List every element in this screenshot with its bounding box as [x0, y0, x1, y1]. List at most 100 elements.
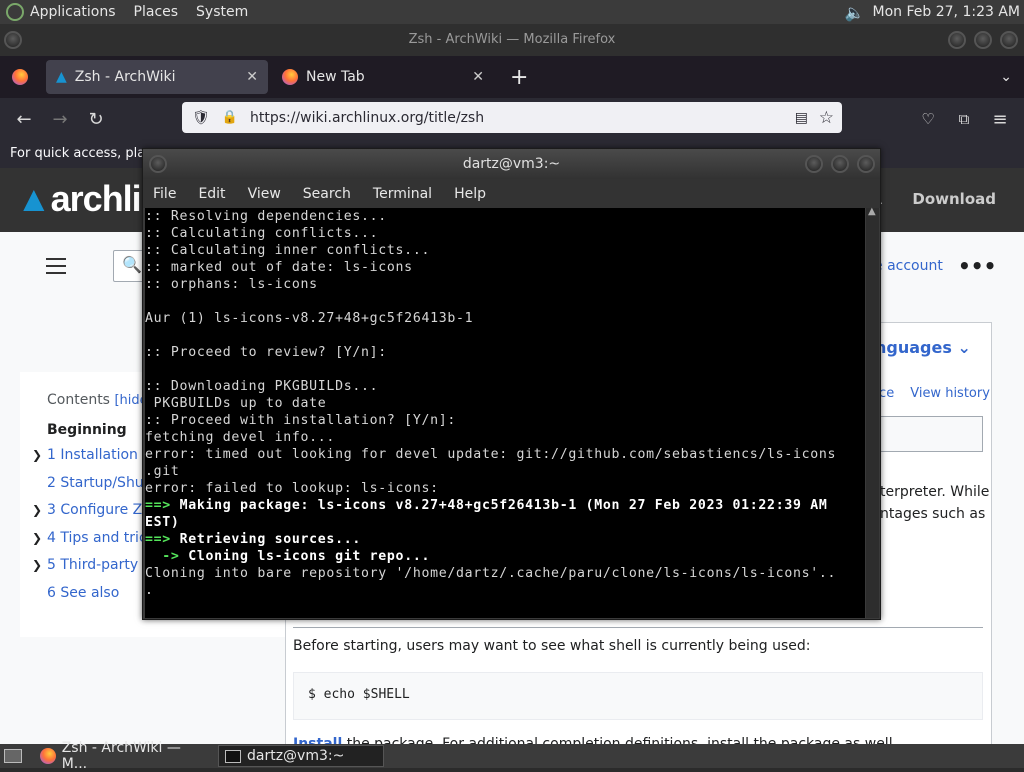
terminal-output[interactable]: :: Resolving dependencies...:: Calculati… [145, 208, 865, 618]
terminal-close-button[interactable] [857, 155, 875, 173]
toc-item-label: Configure Zs [60, 502, 150, 519]
chevron-right-icon[interactable]: ❯ [32, 497, 42, 525]
toc-item-label: Tips and trick [60, 529, 155, 546]
intro-text-2: ntages such as [880, 506, 986, 522]
toc-item-number: 6 [47, 584, 56, 601]
system-menu[interactable]: System [196, 4, 248, 20]
terminal-titlebar[interactable]: dartz@vm3:~ [143, 149, 880, 179]
taskbar-item-label: Zsh - ArchWiki — M... [61, 740, 181, 772]
gnome-foot-icon[interactable] [6, 3, 24, 21]
menu-search[interactable]: Search [303, 186, 351, 202]
places-menu[interactable]: Places [134, 4, 179, 20]
terminal-line: :: Resolving dependencies... [145, 208, 865, 225]
terminal-icon [225, 749, 241, 763]
toc-item-number: 1 [47, 447, 56, 463]
terminal-line: Aur (1) ls-icons-v8.27+48+gc5f26413b-1 [145, 310, 865, 327]
menu-help[interactable]: Help [454, 186, 486, 202]
menu-file[interactable]: File [153, 186, 176, 202]
arch-logo[interactable]: ▲archli [16, 178, 142, 220]
chevron-right-icon[interactable]: ❯ [32, 525, 42, 553]
scroll-up-icon[interactable]: ▲ [868, 206, 876, 217]
toc-item-number: 5 [47, 557, 56, 574]
toc-item-number: 2 [47, 474, 56, 491]
chevron-right-icon[interactable]: ❯ [32, 442, 42, 470]
reload-icon[interactable]: ↻ [80, 103, 112, 135]
places-menu-label: Places [133, 4, 179, 20]
menu-terminal[interactable]: Terminal [373, 186, 432, 202]
toc-item-label: See also [60, 584, 120, 601]
terminal-line-text: :: marked out of date: ls-icons [145, 260, 413, 275]
extensions-icon[interactable]: ⧉ [948, 103, 980, 135]
create-account-link[interactable]: e account [874, 258, 943, 274]
close-tab-icon[interactable]: ✕ [246, 69, 258, 85]
terminal-line: fetching devel info... [145, 429, 865, 446]
new-tab-button[interactable]: + [510, 65, 528, 90]
terminal-line-text: Cloning into bare repository '/home/dart… [145, 566, 837, 581]
terminal-line-text: error: failed to lookup: ls-icons: [145, 481, 439, 496]
terminal-line-bold: Making package: ls-icons v8.27+48+gc5f26… [179, 498, 828, 513]
reader-view-icon[interactable]: ▤ [795, 110, 808, 126]
terminal-menu-button[interactable] [149, 155, 167, 173]
terminal-line-text: :: Downloading PKGBUILDs... [145, 379, 379, 394]
minimize-button[interactable] [948, 31, 966, 49]
terminal-line-text: PKGBUILDs up to date [145, 396, 327, 411]
terminal-line: :: Calculating conflicts... [145, 225, 865, 242]
back-icon[interactable]: ← [8, 103, 40, 135]
bookmark-star-icon[interactable]: ☆ [819, 108, 834, 128]
applications-menu-label: Applications [30, 4, 116, 20]
languages-button[interactable]: nguages ⌄ [875, 338, 971, 357]
terminal-scrollbar[interactable]: ▲ [866, 206, 879, 618]
url-bar[interactable]: 🛡 🔒 https://wiki.archlinux.org/title/zsh… [182, 102, 842, 133]
terminal-line-text: :: Resolving dependencies... [145, 209, 387, 224]
maximize-button[interactable] [974, 31, 992, 49]
forward-icon[interactable]: → [44, 103, 76, 135]
url-text[interactable]: https://wiki.archlinux.org/title/zsh [250, 110, 484, 126]
languages-label: nguages [875, 338, 952, 357]
volume-icon[interactable]: 🔈 [845, 3, 865, 22]
firefox-icon [40, 748, 56, 764]
tab-new-tab[interactable]: New Tab ✕ [272, 60, 494, 94]
tab-zsh-archwiki[interactable]: ▲ Zsh - ArchWiki ✕ [46, 60, 268, 94]
related-articles-box [870, 416, 983, 452]
list-all-tabs-icon[interactable]: ⌄ [1000, 69, 1012, 85]
terminal-window: dartz@vm3:~ File Edit View Search Termin… [142, 148, 881, 620]
taskbar-item-terminal[interactable]: dartz@vm3:~ [218, 745, 384, 767]
terminal-line-text: ==> [145, 498, 180, 513]
taskbar-item-firefox[interactable]: Zsh - ArchWiki — M... [34, 740, 214, 772]
terminal-line-text: Aur (1) ls-icons-v8.27+48+gc5f26413b-1 [145, 311, 474, 326]
window-menu-button[interactable] [4, 31, 22, 49]
clock[interactable]: Mon Feb 27, 1:23 AM [873, 4, 1020, 20]
tracking-shield-icon[interactable]: 🛡 [192, 110, 210, 126]
applications-menu[interactable]: Applications [30, 4, 116, 20]
menu-edit[interactable]: Edit [198, 186, 225, 202]
pocket-icon[interactable]: ♡ [912, 103, 944, 135]
terminal-maximize-button[interactable] [831, 155, 849, 173]
view-history-link[interactable]: View history [910, 386, 990, 401]
install-link[interactable]: Install [293, 736, 342, 744]
menu-icon[interactable]: ≡ [984, 103, 1016, 135]
lock-icon[interactable]: 🔒 [222, 110, 238, 125]
terminal-title: dartz@vm3:~ [462, 156, 561, 172]
terminal-minimize-button[interactable] [805, 155, 823, 173]
page-actions: rce View history [874, 386, 990, 401]
close-tab-icon[interactable]: ✕ [472, 69, 484, 85]
toc-item-number: 3 [47, 502, 56, 519]
show-desktop-icon[interactable] [4, 749, 22, 763]
toc-item-number: 4 [47, 529, 56, 546]
install-text: the package. For additional completion d… [342, 736, 898, 744]
tab-bar: ▲ Zsh - ArchWiki ✕ New Tab ✕ + ⌄ [0, 56, 1024, 98]
more-options-icon[interactable]: ••• [958, 254, 996, 278]
close-button[interactable] [1000, 31, 1018, 49]
main-menu-icon[interactable] [46, 258, 66, 274]
terminal-line: ==> Making package: ls-icons v8.27+48+gc… [145, 497, 865, 514]
terminal-line: Cloning into bare repository '/home/dart… [145, 565, 865, 582]
install-paragraph: Install the package. For additional comp… [293, 736, 897, 744]
menu-view[interactable]: View [248, 186, 281, 202]
nav-download[interactable]: Download [912, 190, 996, 208]
chevron-right-icon[interactable]: ❯ [32, 552, 42, 580]
firefox-view-icon[interactable] [12, 69, 28, 85]
archwiki-favicon-icon: ▲ [56, 69, 67, 85]
terminal-line: ==> Retrieving sources... [145, 531, 865, 548]
